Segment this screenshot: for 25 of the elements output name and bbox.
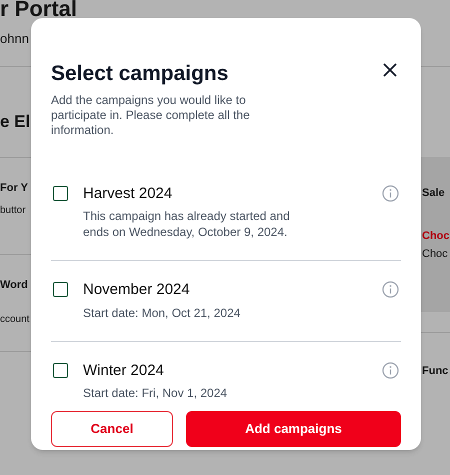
close-icon [383,63,397,77]
checkbox[interactable] [53,362,68,378]
add-campaigns-button[interactable]: Add campaigns [186,411,401,447]
section-heading: e El [0,111,30,133]
card-title: Sale [422,186,445,201]
campaign-name: November 2024 [83,280,191,300]
dialog-title: Select campaigns [51,61,228,87]
user-name: ohnn [0,30,29,48]
card-title: Word [0,278,28,293]
card-text: buttor [0,204,26,218]
campaign-detail: Start date: Mon, Oct 21, 2024 [83,304,242,320]
campaign-name: Harvest 2024 [83,184,174,204]
card-text: Choc [422,247,448,262]
campaign-detail: Start date: Fri, Nov 1, 2024 [83,385,228,401]
dialog-description: Add the campaigns you would like to participate in. Please complete all the information. [51,92,251,138]
campaign-name: Winter 2024 [83,360,165,380]
card-title: Func [422,364,448,379]
checkbox[interactable] [53,186,68,200]
checkbox[interactable] [53,282,68,297]
card-title: For Y [0,181,28,196]
campaign-detail: This campaign has already started and ends on Wednesday, October 9, 2024. [83,208,291,240]
card-text: ccount [0,312,30,326]
card-link[interactable]: Choc [422,228,450,244]
page-title: r Portal [0,0,78,20]
cancel-button[interactable]: Cancel [51,411,173,447]
